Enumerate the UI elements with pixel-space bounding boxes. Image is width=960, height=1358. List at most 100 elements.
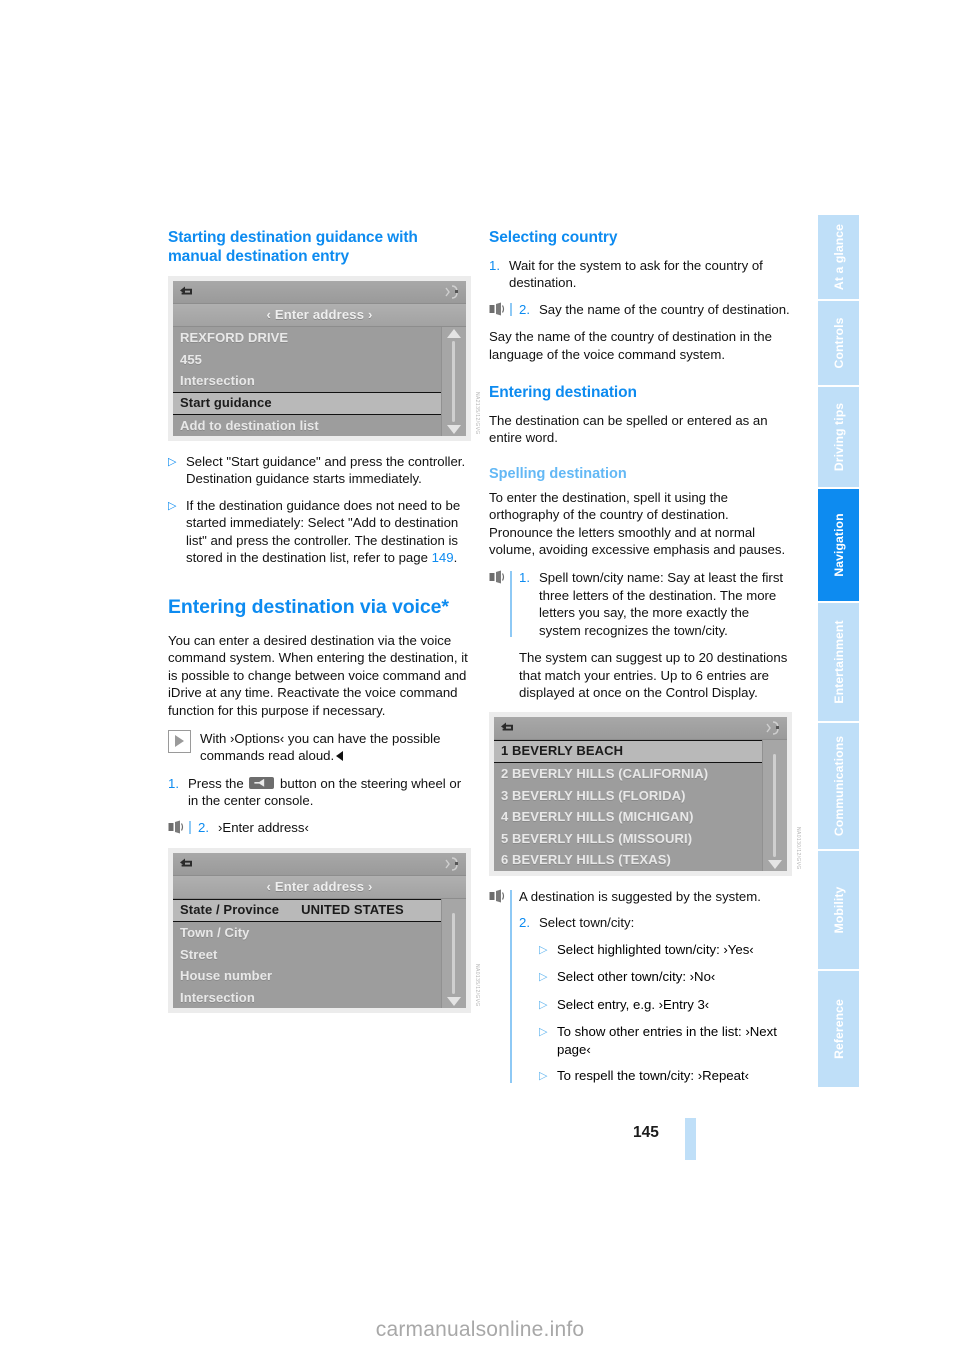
list-item: ▷ To show other entries in the list: ›Ne… [539, 1023, 792, 1058]
display-row[interactable]: REXFORD DRIVE [173, 327, 466, 349]
display-row[interactable]: House number [173, 965, 466, 987]
scroll-down-icon[interactable] [447, 425, 461, 434]
list-item: ▷ Select "Start guidance" and press the … [168, 453, 471, 488]
scroll-up-icon[interactable] [447, 329, 461, 338]
chapter-tab-label: Communications [831, 735, 846, 837]
right-column: Selecting country 1. Wait for the system… [489, 228, 801, 1095]
list-item: ▷ Select other town/city: ›No‹ [539, 968, 792, 987]
list-item-label: Select highlighted town/city: ›Yes‹ [557, 941, 754, 957]
chapter-tab-label: Mobility [831, 886, 846, 934]
page-reference-link[interactable]: 149 [432, 550, 454, 565]
list-item-label: Select entry, e.g. ›Entry 3‹ [557, 996, 710, 1012]
back-arrow-icon [179, 857, 194, 870]
step-number: 2. [198, 819, 209, 835]
chapter-tab-mobility[interactable]: Mobility [818, 851, 859, 969]
list-item-text-before: If the destination guidance does not nee… [186, 497, 461, 566]
scroll-down-icon[interactable] [447, 997, 461, 1006]
control-display-screenshot-town-suggestions: 1 BEVERLY BEACH 2 BEVERLY HILLS (CALIFOR… [489, 712, 801, 876]
scroll-track [773, 754, 776, 857]
paragraph-spelling-instructions: To enter the destination, spell it using… [489, 489, 786, 558]
display-row[interactable]: Intersection [173, 987, 466, 1009]
numbered-step: 2. Select town/city: [519, 914, 792, 931]
display-row-selected[interactable]: 1 BEVERLY BEACH [494, 740, 787, 764]
chapter-tab-reference[interactable]: Reference [818, 971, 859, 1087]
step-label: Say the name of the country of destinati… [539, 301, 790, 317]
triangle-bullet-icon: ▷ [539, 1026, 548, 1039]
page-number: 145 [633, 1124, 659, 1141]
numbered-step: 1. Wait for the system to ask for the co… [489, 257, 792, 292]
chapter-tab-label: Reference [831, 999, 846, 1059]
scroll-down-icon[interactable] [768, 859, 782, 869]
paragraph-voice-intro: You can enter a desired destination via … [168, 632, 468, 718]
display-row-value: UNITED STATES [301, 902, 404, 917]
paragraph-say-country-language: Say the name of the country of destinati… [489, 329, 772, 362]
display-row[interactable]: 5 BEVERLY HILLS (MISSOURI) [494, 828, 787, 850]
manual-page: Starting destination guidance with manua… [0, 0, 960, 1358]
chapter-tab-navigation[interactable]: Navigation [818, 489, 859, 601]
display-row[interactable]: 4 BEVERLY HILLS (MICHIGAN) [494, 806, 787, 828]
scroll-track [452, 341, 455, 422]
control-display-screenshot-start-guidance: ‹ Enter address › REXFORD DRIVE 455 Inte… [168, 276, 480, 441]
chapter-tab-rail: At a glance Controls Driving tips Naviga… [818, 215, 859, 1089]
triangle-bullet-icon: ▷ [539, 943, 548, 956]
step-number: 1. [519, 570, 530, 586]
subheading-spelling-destination: Spelling destination [489, 465, 627, 482]
triangle-bullet-icon: ▷ [168, 456, 177, 468]
display-row[interactable]: 2 BEVERLY HILLS (CALIFORNIA) [494, 763, 787, 785]
joystick-icon [444, 284, 460, 300]
display-scrollbar[interactable] [762, 740, 787, 871]
chapter-tab-label: Navigation [831, 513, 846, 577]
chapter-tab-entertainment[interactable]: Entertainment [818, 603, 859, 721]
display-row[interactable]: 455 [173, 349, 466, 371]
chapter-tab-label: At a glance [831, 223, 846, 291]
display-scrollbar[interactable] [441, 327, 466, 436]
section-heading-starting-destination-guidance: Starting destination guidance with manua… [168, 229, 418, 265]
display-list: REXFORD DRIVE 455 Intersection Start gui… [173, 327, 466, 436]
list-item-text-after: . [453, 550, 458, 566]
display-row[interactable]: 6 BEVERLY HILLS (TEXAS) [494, 849, 787, 871]
display-top-bar [173, 281, 466, 304]
chapter-tab-driving-tips[interactable]: Driving tips [818, 387, 859, 487]
list-item-label: If the destination guidance does not nee… [186, 497, 471, 567]
display-row-selected[interactable]: Start guidance [173, 391, 466, 415]
voice-command-icon [168, 820, 185, 835]
voice-note-destination-suggested: A destination is suggested by the system… [519, 888, 761, 904]
list-item-label: To respell the town/city: ›Repeat‹ [557, 1067, 750, 1083]
step-number: 1. [489, 258, 500, 273]
back-arrow-icon [179, 285, 194, 298]
display-row[interactable]: Town / City [173, 922, 466, 944]
numbered-step: 1. Spell town/city name: Say at least th… [519, 569, 792, 639]
display-title-enter-address: ‹ Enter address › [173, 304, 466, 327]
section-heading-selecting-country: Selecting country [489, 229, 618, 246]
voice-command-icon [489, 889, 506, 904]
display-scrollbar[interactable] [441, 899, 466, 1008]
list-item: ▷ Select highlighted town/city: ›Yes‹ [539, 941, 792, 960]
control-display-screenshot-enter-address-fields: ‹ Enter address › State / Province UNITED… [168, 848, 480, 1013]
triangle-bullet-icon: ▷ [539, 1069, 548, 1082]
numbered-step: 1. Press the button on the steering whee… [168, 775, 471, 810]
list-item: ▷ Select entry, e.g. ›Entry 3‹ [539, 996, 792, 1015]
display-row-selected[interactable]: State / Province UNITED STATES [173, 899, 466, 922]
display-row[interactable]: Add to destination list [173, 415, 466, 437]
list-item-label: Select "Start guidance" and press the co… [186, 454, 466, 487]
site-watermark: carmanualsonline.info [375, 1318, 585, 1341]
display-row[interactable]: 3 BEVERLY HILLS (FLORIDA) [494, 785, 787, 807]
display-row[interactable]: Street [173, 944, 466, 966]
chapter-tab-controls[interactable]: Controls [818, 301, 859, 385]
voice-command-step-spell-town: 1. Spell town/city name: Say at least th… [489, 569, 792, 639]
display-top-bar [494, 717, 787, 741]
chapter-tab-communications[interactable]: Communications [818, 723, 859, 849]
display-title-enter-address: ‹ Enter address › [173, 876, 466, 899]
step-label: Select town/city: [539, 915, 635, 931]
list-item-label: To show other entries in the list: ›Next… [557, 1024, 777, 1057]
step-number: 2. [519, 915, 530, 931]
back-arrow-icon [500, 721, 515, 734]
joystick-icon [765, 720, 781, 736]
display-list: 1 BEVERLY BEACH 2 BEVERLY HILLS (CALIFOR… [494, 740, 787, 871]
list-item-label: Select other town/city: ›No‹ [557, 969, 716, 985]
chapter-tab-at-a-glance[interactable]: At a glance [818, 215, 859, 299]
figure-code: NA0135/12/GVG [474, 964, 480, 1007]
chapter-tab-label: Driving tips [831, 402, 846, 472]
display-row[interactable]: Intersection [173, 370, 466, 392]
figure-code: NA0130/12/GVG [795, 827, 801, 870]
